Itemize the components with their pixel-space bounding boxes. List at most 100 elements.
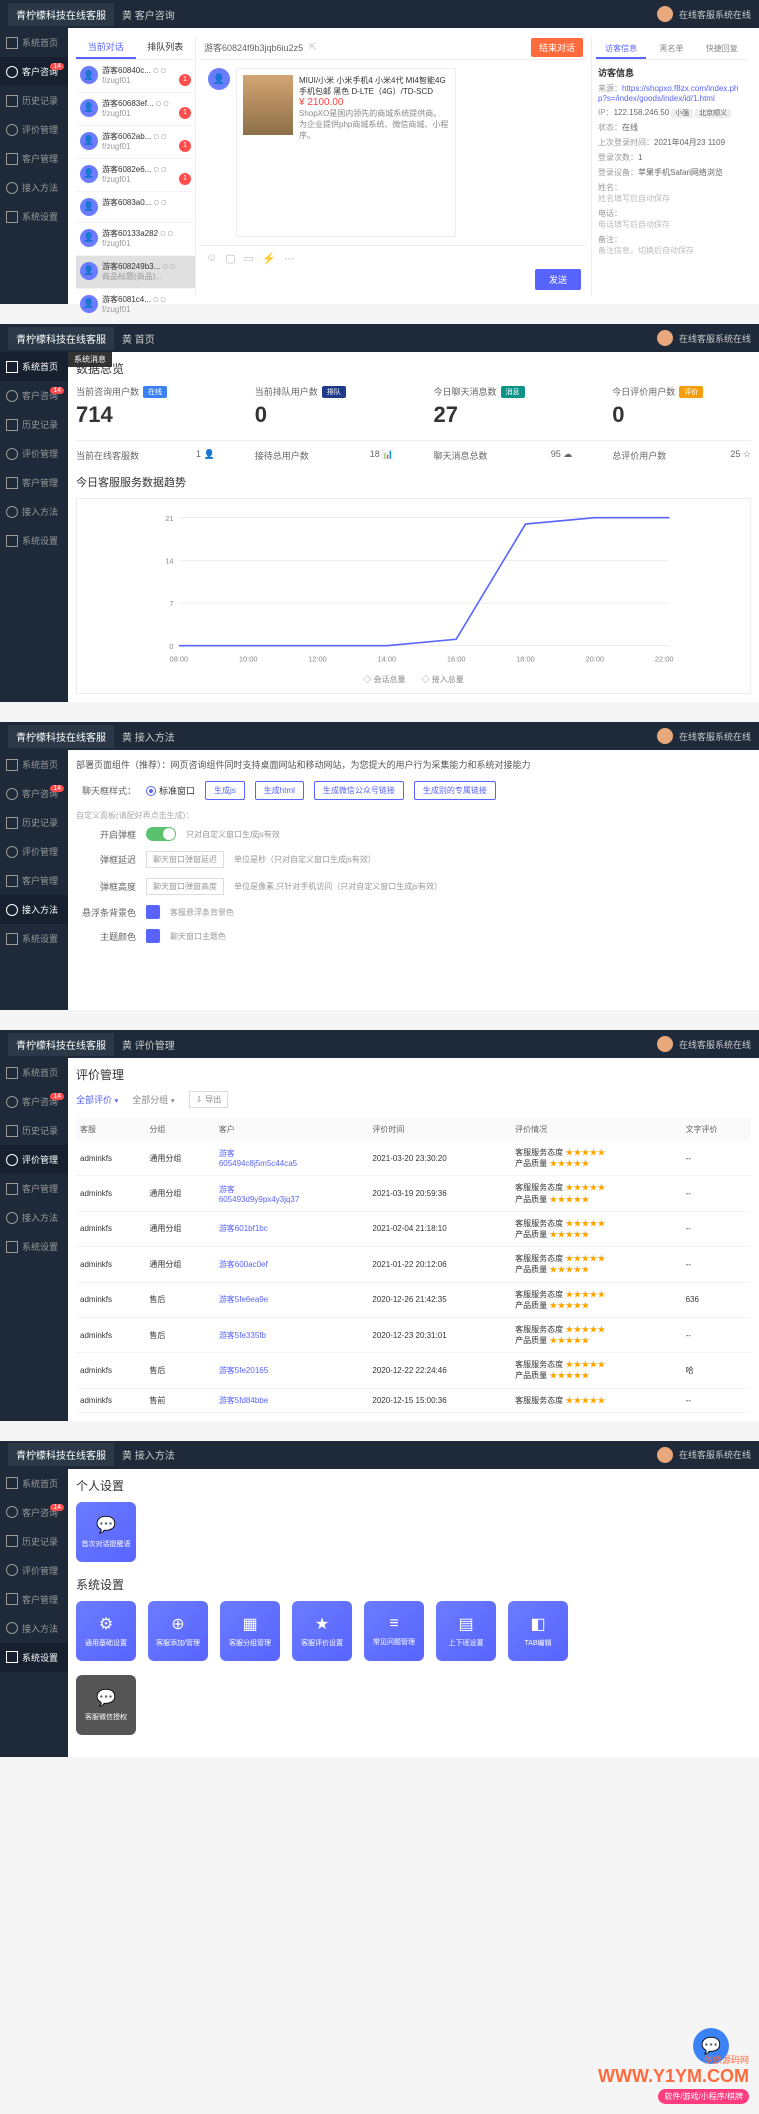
sidebar-item-1[interactable]: 客户咨询14 <box>0 1087 68 1116</box>
convo-avatar: 👤 <box>80 66 98 84</box>
convo-item[interactable]: 👤游客6081c4... O Of/zugf01 <box>76 289 195 322</box>
convo-item[interactable]: 👤游客60133a282 O Of/zugf01 <box>76 223 195 256</box>
sidebar-item-5[interactable]: 接入方法 <box>0 895 68 924</box>
custom-note: 自定义面板(请配好再点击生成)： <box>76 810 751 821</box>
text-input[interactable]: 聊天窗口弹窗延迟 <box>146 851 224 868</box>
sidebar-item-2[interactable]: 历史记录 <box>0 86 68 115</box>
convo-item[interactable]: 👤游客60683ef... O Of/zugf011 <box>76 93 195 126</box>
sidebar-item-4[interactable]: 客户管理 <box>0 468 68 497</box>
sidebar-item-4[interactable]: 客户管理 <box>0 144 68 173</box>
table-row[interactable]: adminkfs通用分组游客600ac0ef2021-01-22 20:12:0… <box>76 1247 751 1282</box>
toggle[interactable] <box>146 827 176 841</box>
sidebar-item-2[interactable]: 历史记录 <box>0 410 68 439</box>
table-row[interactable]: adminkfs通用分组游客605494c8j5m5c44ca52021-03-… <box>76 1141 751 1176</box>
text-input[interactable]: 聊天窗口弹窗高度 <box>146 878 224 895</box>
setting-tile[interactable]: 💬首次对话提醒语 <box>76 1502 136 1562</box>
table-row[interactable]: adminkfs售后游客5fe201652020-12-22 22:24:46客… <box>76 1353 751 1388</box>
svg-text:18:00: 18:00 <box>516 655 535 664</box>
sidebar-item-5[interactable]: 接入方法 <box>0 1614 68 1643</box>
sidebar-item-2[interactable]: 历史记录 <box>0 1527 68 1556</box>
tab-queue[interactable]: 排队列表 <box>136 36 196 59</box>
color-picker[interactable] <box>146 905 160 919</box>
sidebar-item-6[interactable]: 系统设置 <box>0 202 68 231</box>
sidebar-item-3[interactable]: 评价管理 <box>0 1145 68 1174</box>
setting-tile[interactable]: ▤上下班设置 <box>436 1601 496 1661</box>
setting-tile[interactable]: ◧TAB编辑 <box>508 1601 568 1661</box>
sidebar-item-1[interactable]: 客户咨询14 <box>0 381 68 410</box>
gen-other-button[interactable]: 生成别的专属链接 <box>414 781 496 800</box>
sidebar-item-0[interactable]: 系统首页 <box>0 1058 68 1087</box>
gen-wechat-button[interactable]: 生成微信公众号链接 <box>314 781 404 800</box>
tab-quickreply[interactable]: 快捷回复 <box>697 40 747 59</box>
sidebar-item-3[interactable]: 评价管理 <box>0 439 68 468</box>
sidebar-item-2[interactable]: 历史记录 <box>0 808 68 837</box>
avatar[interactable] <box>657 6 673 22</box>
name-input[interactable]: 姓名填写后自动保存 <box>598 193 745 204</box>
emoji-icon[interactable]: ☺ <box>206 252 217 265</box>
sidebar-item-4[interactable]: 客户管理 <box>0 1585 68 1614</box>
unread-badge: 1 <box>179 173 191 185</box>
tab-current[interactable]: 当前对话 <box>76 36 136 59</box>
svg-text:10:00: 10:00 <box>239 655 258 664</box>
sidebar-item-5[interactable]: 接入方法 <box>0 497 68 526</box>
convo-item[interactable]: 👤游客6083a0... O O <box>76 192 195 223</box>
phone-input[interactable]: 电话填写后自动保存 <box>598 219 745 230</box>
export-button[interactable]: ⇩ 导出 <box>189 1091 229 1108</box>
sidebar-item-4[interactable]: 客户管理 <box>0 1174 68 1203</box>
table-row[interactable]: adminkfs通用分组游客605493d9y9px4y3jq372021-03… <box>76 1176 751 1211</box>
sidebar-item-0[interactable]: 系统首页 <box>0 352 68 381</box>
sidebar-item-6[interactable]: 系统设置 <box>0 526 68 555</box>
setting-tile[interactable]: ▦客服分组管理 <box>220 1601 280 1661</box>
gen-js-button[interactable]: 生成js <box>205 781 245 800</box>
convo-item[interactable]: 👤游客608249b3... O O商品标题(商品)... <box>76 256 195 289</box>
sidebar-item-3[interactable]: 评价管理 <box>0 837 68 866</box>
sidebar-item-0[interactable]: 系统首页 <box>0 750 68 779</box>
shortcut-icon[interactable]: ⚡ <box>262 252 276 265</box>
convo-item[interactable]: 👤游客6062ab... O Of/zugf011 <box>76 126 195 159</box>
send-button[interactable]: 发送 <box>535 269 581 290</box>
sidebar-item-0[interactable]: 系统首页 <box>0 1469 68 1498</box>
tab-visitor-info[interactable]: 访客信息 <box>596 40 646 59</box>
image-icon[interactable]: ▢ <box>225 252 235 265</box>
setting-tile[interactable]: ★客服评价设置 <box>292 1601 352 1661</box>
sidebar-item-1[interactable]: 客户咨询14 <box>0 779 68 808</box>
file-icon[interactable]: ▭ <box>244 252 254 265</box>
sidebar-item-5[interactable]: 接入方法 <box>0 173 68 202</box>
nav-icon <box>6 37 18 49</box>
sidebar-item-3[interactable]: 评价管理 <box>0 1556 68 1585</box>
sidebar-item-1[interactable]: 客户咨询14 <box>0 57 68 86</box>
setting-tile[interactable]: ⊕客服添加/管理 <box>148 1601 208 1661</box>
product-card[interactable]: MIUI/小米 小米手机4 小米4代 MI4智能4G手机包邮 黑色 D-LTE（… <box>236 68 456 237</box>
setting-tile[interactable]: ≡常见问题管理 <box>364 1601 424 1661</box>
tab-blacklist[interactable]: 黑名单 <box>646 40 696 59</box>
tile-icon: ▤ <box>458 1614 473 1634</box>
table-row[interactable]: adminkfs通用分组游客601bf1bc2021-02-04 21:18:1… <box>76 1211 751 1246</box>
sidebar-item-6[interactable]: 系统设置 <box>0 1232 68 1261</box>
radio-standard[interactable]: 标准窗口 <box>146 784 195 797</box>
setting-tile[interactable]: 💬客服微信授权 <box>76 1675 136 1735</box>
sidebar-item-2[interactable]: 历史记录 <box>0 1116 68 1145</box>
table-row[interactable]: adminkfs售后游客5fe335fb2020-12-23 20:31:01客… <box>76 1317 751 1352</box>
sidebar-item-1[interactable]: 客户咨询14 <box>0 1498 68 1527</box>
tab-all-eval[interactable]: 全部评价 ▾ <box>76 1093 118 1106</box>
note-input[interactable]: 备注信息，切换后自动保存 <box>598 245 745 256</box>
setting-tile[interactable]: ⚙通用基础设置 <box>76 1601 136 1661</box>
svg-text:14: 14 <box>165 557 173 566</box>
color-picker[interactable] <box>146 929 160 943</box>
sidebar-item-3[interactable]: 评价管理 <box>0 115 68 144</box>
end-chat-button[interactable]: 结束对话 <box>531 38 583 57</box>
sidebar-item-0[interactable]: 系统首页 <box>0 28 68 57</box>
convo-item[interactable]: 👤游客60840c... O Of/zugf011 <box>76 60 195 93</box>
sidebar-item-4[interactable]: 客户管理 <box>0 866 68 895</box>
sidebar-item-6[interactable]: 系统设置 <box>0 1643 68 1672</box>
gen-html-button[interactable]: 生成html <box>255 781 304 800</box>
tab-all-group[interactable]: 全部分组 ▾ <box>132 1093 174 1106</box>
sidebar-item-5[interactable]: 接入方法 <box>0 1203 68 1232</box>
convo-item[interactable]: 👤游客6082e6... O Of/zugf011 <box>76 159 195 192</box>
open-icon[interactable]: ⇱ <box>309 42 317 53</box>
chat-toolbar: ☺ ▢ ▭ ⚡ ⋯ <box>206 252 581 265</box>
table-row[interactable]: adminkfs售前游客5fd84bbe2020-12-15 15:00:36客… <box>76 1388 751 1412</box>
sidebar-item-6[interactable]: 系统设置 <box>0 924 68 953</box>
table-row[interactable]: adminkfs售后游客5fe6ea9e2020-12-26 21:42:35客… <box>76 1282 751 1317</box>
more-icon[interactable]: ⋯ <box>284 252 295 265</box>
